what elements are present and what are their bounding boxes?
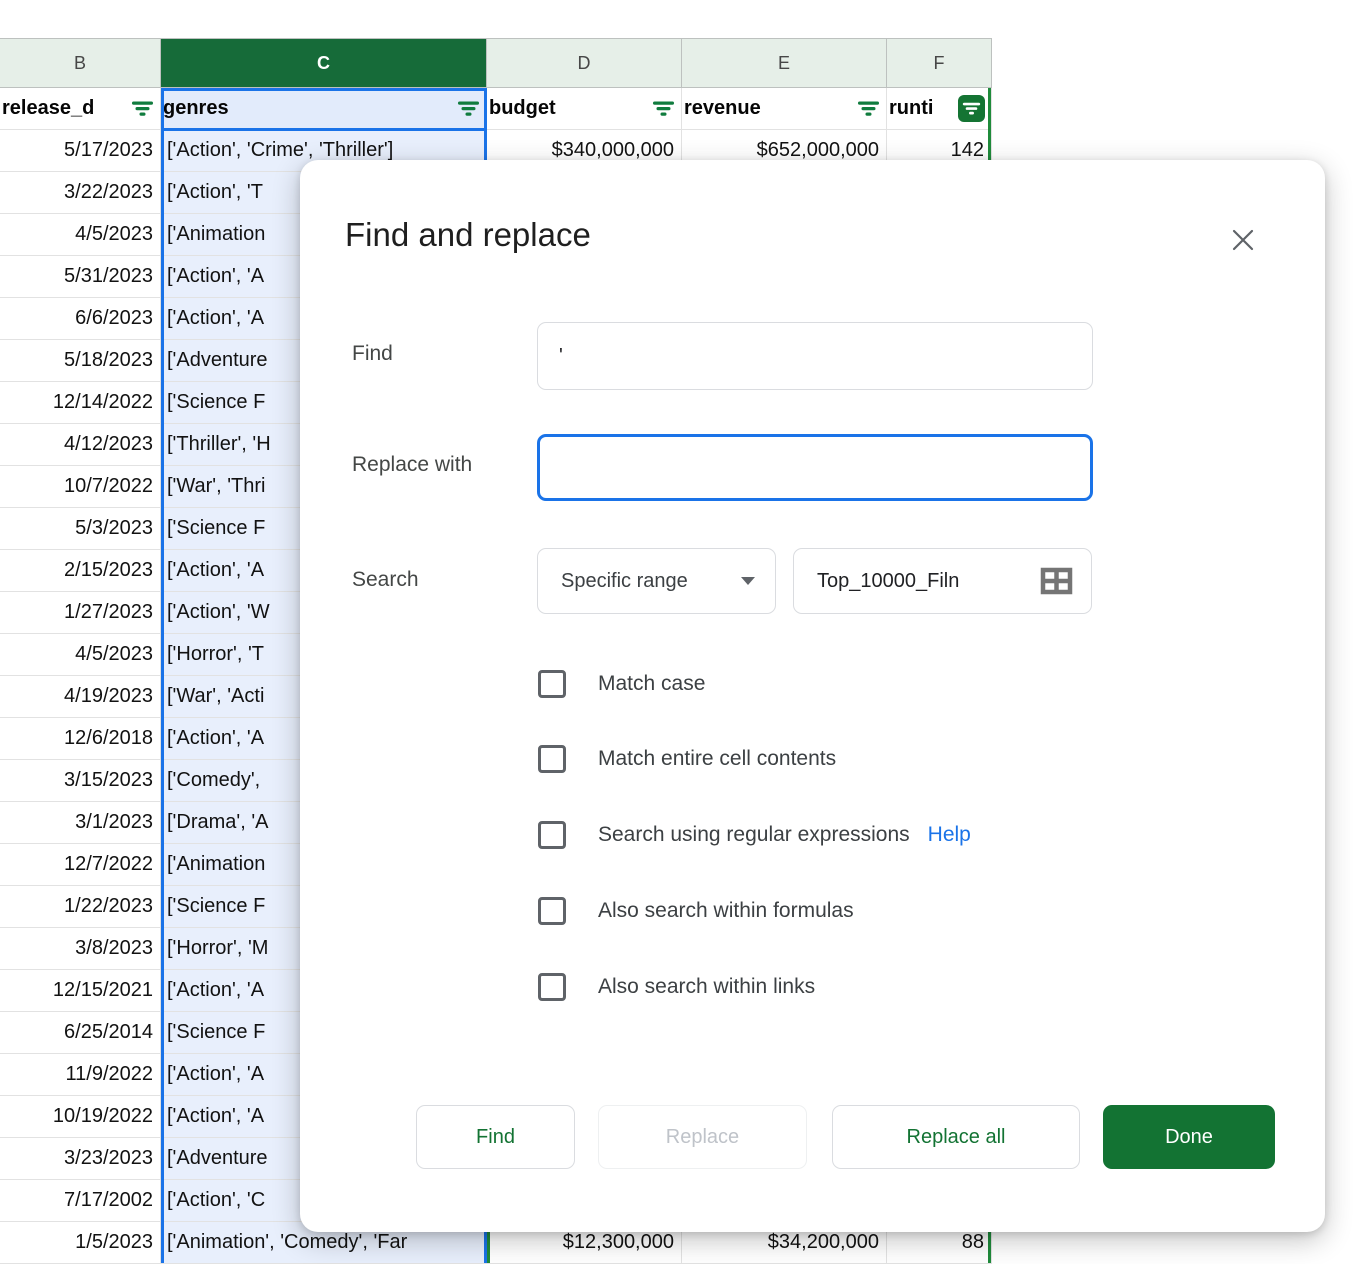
cell-release_date[interactable]: 4/19/2023 [0, 676, 161, 718]
cell-release_date[interactable]: 3/23/2023 [0, 1138, 161, 1180]
cell-release_date[interactable]: 5/3/2023 [0, 508, 161, 550]
cell-release_date[interactable]: 6/25/2014 [0, 1012, 161, 1054]
match-entire-cell-label[interactable]: Match entire cell contents [598, 747, 836, 771]
match-entire-cell-checkbox[interactable] [538, 745, 566, 773]
match-entire-cell-row: Match entire cell contents [538, 745, 836, 773]
column-header-E[interactable]: E [682, 39, 887, 87]
cell-release_date[interactable]: 3/1/2023 [0, 802, 161, 844]
header-cell-revenue[interactable]: revenue [682, 88, 887, 130]
range-value: Top_10000_Filn [817, 570, 1031, 593]
cell-release_date[interactable]: 2/15/2023 [0, 550, 161, 592]
cell-release_date[interactable]: 5/18/2023 [0, 340, 161, 382]
match-case-label[interactable]: Match case [598, 672, 705, 696]
cell-release_date[interactable]: 12/6/2018 [0, 718, 161, 760]
range-input[interactable]: Top_10000_Filn [793, 548, 1092, 614]
cell-release_date[interactable]: 1/27/2023 [0, 592, 161, 634]
column-header-F[interactable]: F [887, 39, 992, 87]
header-label: release_d [2, 97, 94, 120]
search-scope-dropdown[interactable]: Specific range [537, 548, 776, 614]
search-scope-value: Specific range [561, 570, 688, 593]
search-label: Search [352, 568, 419, 592]
cell-release_date[interactable]: 11/9/2022 [0, 1054, 161, 1096]
cell-release_date[interactable]: 7/17/2002 [0, 1180, 161, 1222]
find-input[interactable]: ' [537, 322, 1093, 390]
header-label: runti [889, 97, 933, 120]
cell-release_date[interactable]: 4/5/2023 [0, 634, 161, 676]
cell-release_date[interactable]: 4/5/2023 [0, 214, 161, 256]
replace-with-input[interactable] [537, 434, 1093, 501]
column-header-D[interactable]: D [487, 39, 682, 87]
find-button[interactable]: Find [416, 1105, 575, 1169]
cell-release_date[interactable]: 6/6/2023 [0, 298, 161, 340]
cell-release_date[interactable]: 12/7/2022 [0, 844, 161, 886]
find-and-replace-dialog: Find and replace Find ' Replace with Sea… [300, 160, 1325, 1232]
match-case-checkbox[interactable] [538, 670, 566, 698]
header-cell-release_d[interactable]: release_d [0, 88, 161, 130]
header-cell-budget[interactable]: budget [487, 88, 682, 130]
cell-release_date[interactable]: 12/15/2021 [0, 970, 161, 1012]
regex-checkbox[interactable] [538, 821, 566, 849]
cell-release_date[interactable]: 1/22/2023 [0, 886, 161, 928]
select-data-range-icon[interactable] [1040, 567, 1073, 595]
filter-icon[interactable] [131, 100, 154, 117]
active-filter-icon[interactable] [958, 95, 985, 122]
filter-icon[interactable] [457, 100, 480, 117]
search-links-row: Also search within links [538, 973, 815, 1001]
filter-icon[interactable] [652, 100, 675, 117]
header-label: revenue [684, 97, 761, 120]
filter-icon[interactable] [857, 100, 880, 117]
close-icon[interactable] [1225, 222, 1261, 258]
header-label: budget [489, 97, 556, 120]
regex-label[interactable]: Search using regular expressions [598, 823, 910, 847]
search-links-checkbox[interactable] [538, 973, 566, 1001]
replace-all-button[interactable]: Replace all [832, 1105, 1080, 1169]
cell-release_date[interactable]: 3/15/2023 [0, 760, 161, 802]
search-formulas-checkbox[interactable] [538, 897, 566, 925]
field-header-row: release_d genres budget revenue runti [0, 88, 992, 130]
cell-release_date[interactable]: 3/22/2023 [0, 172, 161, 214]
cell-release_date[interactable]: 12/14/2022 [0, 382, 161, 424]
dialog-title: Find and replace [345, 216, 591, 254]
cell-release_date[interactable]: 10/19/2022 [0, 1096, 161, 1138]
header-cell-runti[interactable]: runti [887, 88, 992, 130]
search-links-label[interactable]: Also search within links [598, 975, 815, 999]
header-cell-genres[interactable]: genres [161, 88, 487, 130]
header-label: genres [163, 97, 229, 120]
column-letter-strip: BCDEF [0, 38, 992, 88]
done-button[interactable]: Done [1103, 1105, 1275, 1169]
cell-release_date[interactable]: 5/31/2023 [0, 256, 161, 298]
column-header-C[interactable]: C [161, 39, 487, 87]
find-input-value: ' [559, 345, 563, 368]
search-formulas-row: Also search within formulas [538, 897, 854, 925]
match-case-row: Match case [538, 670, 705, 698]
cell-release_date[interactable]: 10/7/2022 [0, 466, 161, 508]
chevron-down-icon [741, 577, 755, 585]
help-link[interactable]: Help [928, 823, 971, 847]
search-formulas-label[interactable]: Also search within formulas [598, 899, 854, 923]
regex-row: Search using regular expressions Help [538, 821, 971, 849]
cell-release_date[interactable]: 5/17/2023 [0, 130, 161, 172]
cell-release_date[interactable]: 1/5/2023 [0, 1222, 161, 1264]
column-header-B[interactable]: B [0, 39, 161, 87]
find-label: Find [352, 342, 393, 366]
cell-release_date[interactable]: 4/12/2023 [0, 424, 161, 466]
replace-with-label: Replace with [352, 453, 472, 477]
replace-button[interactable]: Replace [598, 1105, 807, 1169]
cell-release_date[interactable]: 3/8/2023 [0, 928, 161, 970]
